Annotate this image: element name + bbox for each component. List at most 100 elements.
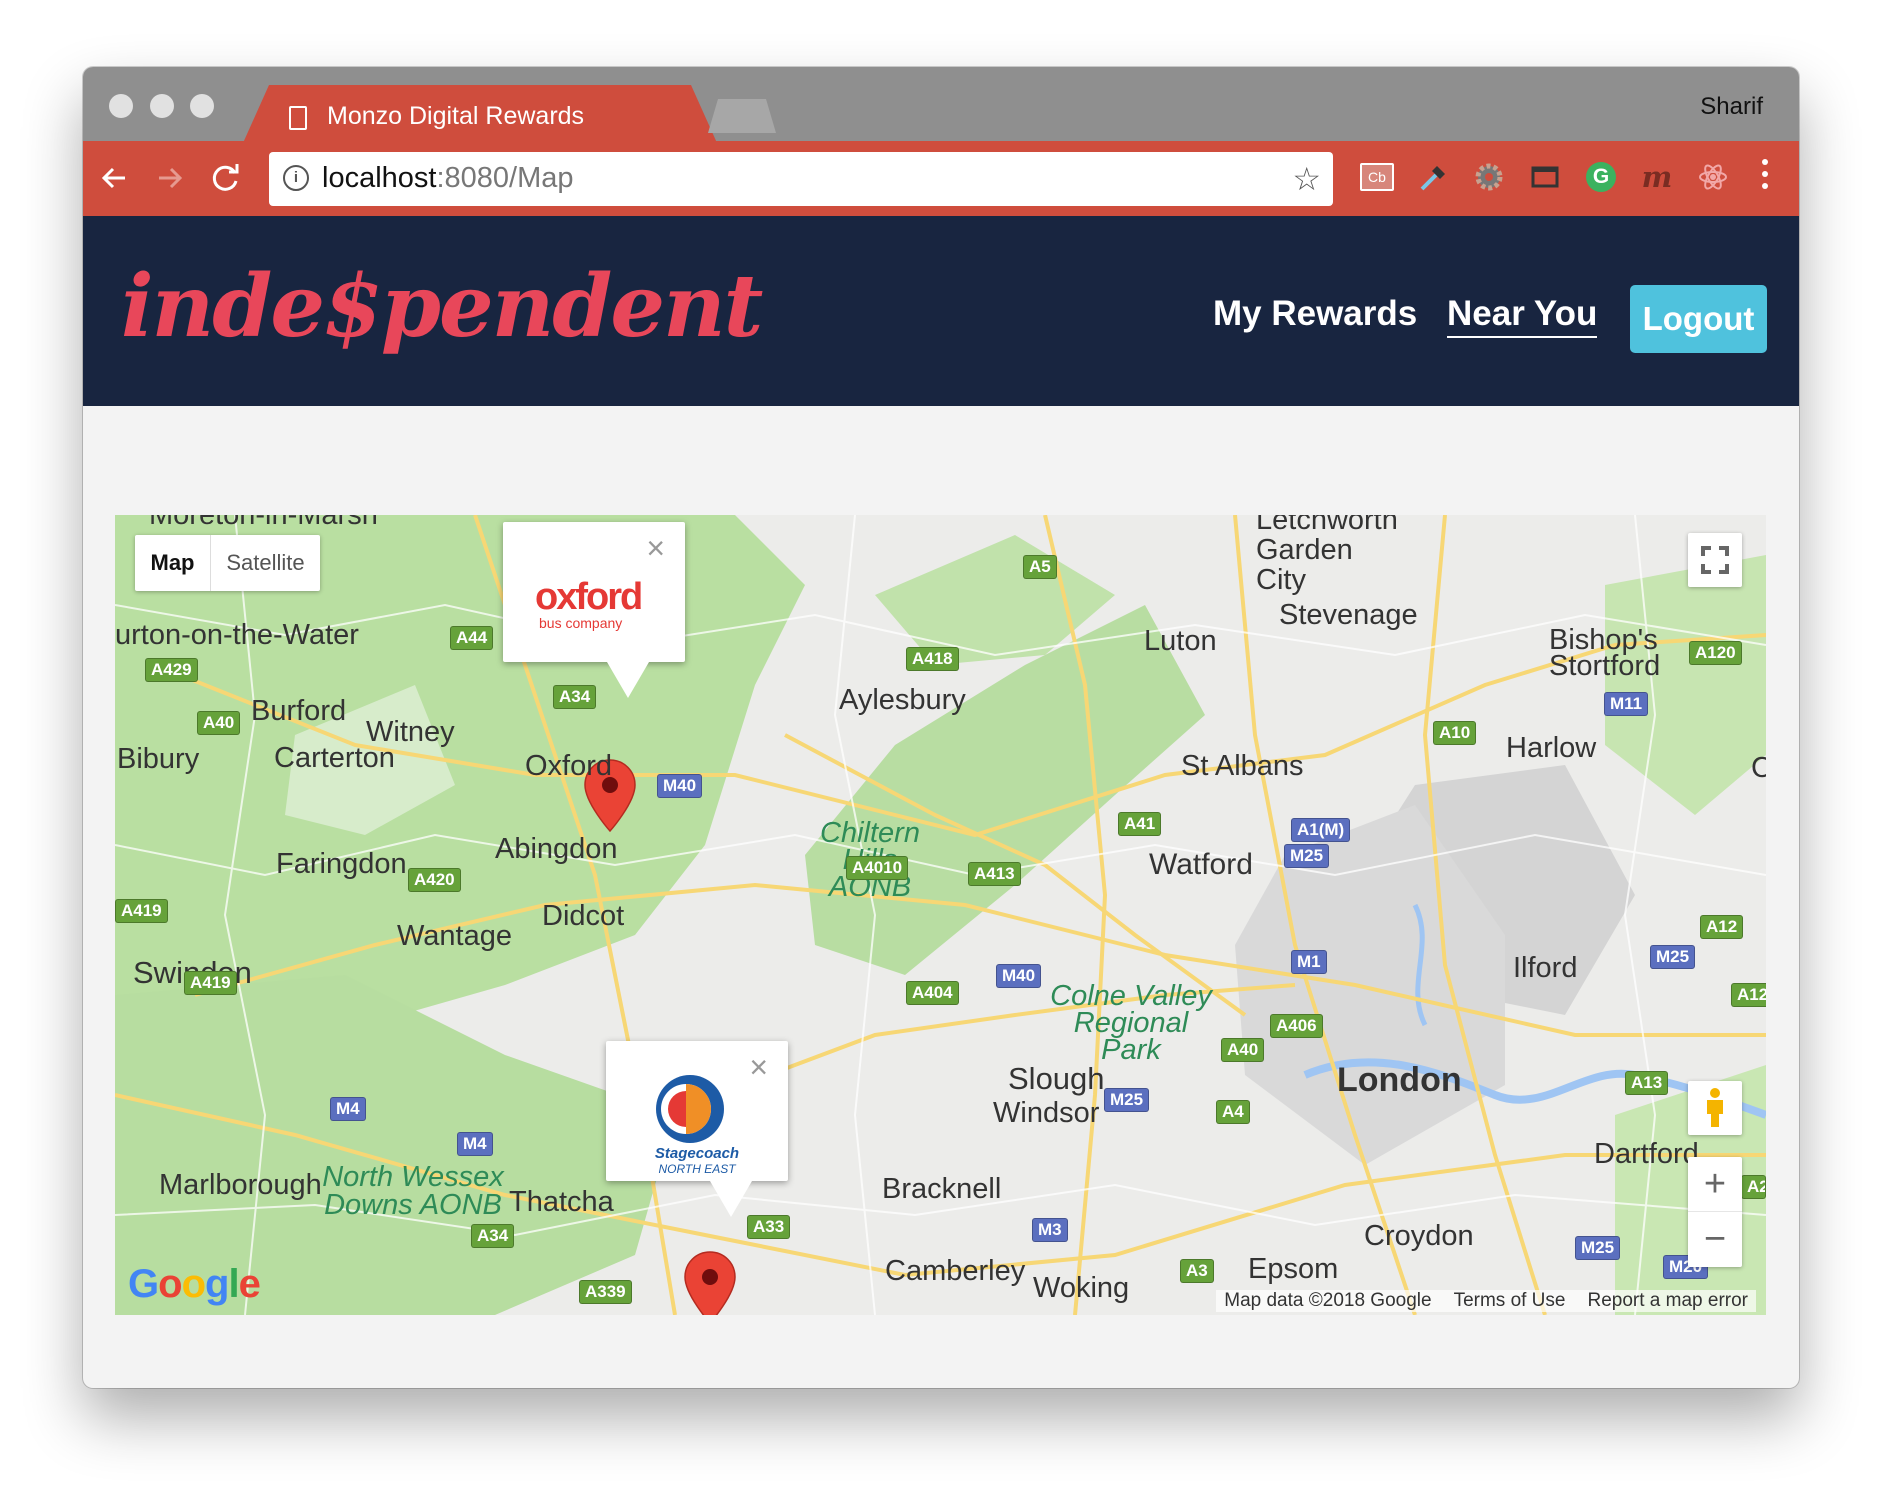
map-type-control: Map Satellite [135, 535, 320, 591]
site-info-icon[interactable]: i [283, 165, 309, 191]
road-shield: A12 [1731, 983, 1766, 1007]
reload-button[interactable] [203, 155, 249, 201]
road-shield: M25 [1284, 844, 1330, 868]
road-shield: A4010 [846, 856, 909, 880]
maximize-window-button[interactable] [190, 94, 214, 118]
info-window-close-icon[interactable]: × [646, 530, 665, 567]
road-shield: A40 [1221, 1038, 1265, 1062]
place-label: urton-on-the-Water [115, 619, 359, 651]
road-shield: A413 [968, 862, 1021, 886]
place-label: Ilford [1513, 952, 1578, 984]
road-shield: M25 [1575, 1236, 1621, 1260]
road-shield: A3 [1180, 1259, 1214, 1283]
pegman-icon [1707, 1088, 1723, 1127]
tab-strip: Monzo Digital Rewards × Sharif [83, 67, 1799, 141]
url-host: localhost [322, 162, 437, 194]
place-label: Dartford [1594, 1138, 1699, 1170]
place-label: Oxford [525, 750, 613, 782]
site-header: inde$pendent My Rewards Near You Logout [83, 216, 1799, 406]
stagecoach-logo-icon [656, 1075, 724, 1143]
place-label: Didcot [542, 900, 625, 932]
road-shield: A13 [1625, 1071, 1669, 1095]
zoom-in-button[interactable]: + [1688, 1157, 1742, 1212]
road-shield: A429 [145, 658, 198, 682]
logout-button[interactable]: Logout [1630, 285, 1767, 353]
road-shield: M40 [657, 774, 703, 798]
site-logo[interactable]: inde$pendent [121, 256, 763, 357]
road-shield: A404 [906, 981, 959, 1005]
address-bar[interactable]: i localhost:8080/Map ☆ [269, 152, 1333, 206]
oxford-bus-sub: bus company [539, 615, 623, 631]
place-label: Bibury [117, 743, 200, 775]
street-view-pegman-button[interactable] [1688, 1081, 1742, 1135]
browser-menu-icon[interactable] [1761, 159, 1769, 195]
terms-of-use-link[interactable]: Terms of Use [1454, 1290, 1566, 1312]
active-tab[interactable]: Monzo Digital Rewards × [243, 85, 717, 143]
map-data-credit: Map data ©2018 Google [1224, 1290, 1432, 1311]
forward-arrow-icon [159, 167, 183, 189]
place-label: Windsor [993, 1097, 1100, 1129]
road-shield: A10 [1433, 721, 1477, 745]
road-shield: M4 [330, 1097, 366, 1121]
place-label: London [1337, 1061, 1462, 1099]
eyedropper-icon[interactable] [1414, 158, 1452, 196]
stagecoach-sub: NORTH EAST [658, 1162, 736, 1176]
road-shield: A5 [1023, 555, 1057, 579]
map-type-satellite-button[interactable]: Satellite [211, 535, 320, 591]
oxford-bus-brand: oxford [535, 576, 643, 618]
road-shield: A4 [1216, 1100, 1250, 1124]
react-devtools-icon[interactable] [1694, 158, 1732, 196]
place-label: Slough [1008, 1061, 1105, 1096]
road-shield: M25 [1104, 1088, 1150, 1112]
nav-near-you[interactable]: Near You [1447, 294, 1598, 338]
road-shield: A12 [1700, 915, 1744, 939]
map-container[interactable]: Moreton-in-Marsh Letchworth Garden City … [115, 515, 1766, 1315]
fullscreen-icon [1701, 546, 1729, 574]
window-icon[interactable] [1526, 158, 1564, 196]
fullscreen-button[interactable] [1688, 533, 1742, 587]
browser-toolbar: i localhost:8080/Map ☆ Cb G m [83, 141, 1799, 216]
place-label: St Albans [1181, 750, 1304, 782]
place-label: Bracknell [882, 1173, 1002, 1205]
map-type-map-button[interactable]: Map [135, 535, 211, 591]
place-label: Watford [1149, 848, 1253, 881]
place-label: Colne Valley Regional Park [1050, 980, 1212, 1066]
back-button[interactable] [91, 155, 137, 201]
m-icon[interactable]: m [1638, 158, 1676, 196]
browser-window: Monzo Digital Rewards × Sharif i localho… [83, 67, 1799, 1388]
google-logo[interactable]: Google [128, 1262, 261, 1307]
report-map-error-link[interactable]: Report a map error [1587, 1290, 1748, 1312]
bookmark-star-icon[interactable]: ☆ [1292, 160, 1321, 198]
place-label: Thatcham [509, 1186, 614, 1218]
new-tab-button[interactable] [708, 99, 776, 133]
info-window-stagecoach: × Stagecoach NORTH EAST [606, 1041, 788, 1217]
place-label: Letchworth Garden City [1256, 515, 1398, 596]
close-window-button[interactable] [109, 94, 133, 118]
zoom-control: + − [1688, 1157, 1742, 1267]
road-shield: A44 [450, 626, 494, 650]
road-shield: A418 [906, 647, 959, 671]
forward-button[interactable] [147, 155, 193, 201]
gear-icon[interactable] [1470, 158, 1508, 196]
info-window-oxford: × oxford bus company [503, 522, 685, 698]
place-label: Carterton [274, 742, 395, 774]
place-label: North Wessex Downs AONB [322, 1161, 504, 1221]
nav-my-rewards[interactable]: My Rewards [1213, 294, 1417, 334]
cb-extension-icon[interactable]: Cb [1358, 158, 1396, 196]
road-shield: M11 [1604, 692, 1649, 716]
road-shield: A420 [408, 868, 461, 892]
road-shield: M4 [457, 1132, 493, 1156]
info-window-close-icon[interactable]: × [749, 1049, 768, 1086]
url-text[interactable]: localhost:8080/Map [322, 162, 574, 195]
road-shield: A1(M) [1291, 818, 1351, 842]
url-path: :8080/Map [436, 162, 574, 194]
profile-name[interactable]: Sharif [1700, 93, 1763, 121]
grammarly-icon[interactable]: G [1582, 158, 1620, 196]
minimize-window-button[interactable] [150, 94, 174, 118]
map-attribution: Map data ©2018 Google Terms of Use Repor… [1216, 1290, 1756, 1312]
zoom-out-button[interactable]: − [1688, 1212, 1742, 1267]
place-label: Aylesbury [839, 684, 966, 716]
reload-icon [212, 164, 239, 191]
document-icon [289, 106, 307, 130]
road-shield: A33 [747, 1215, 791, 1239]
